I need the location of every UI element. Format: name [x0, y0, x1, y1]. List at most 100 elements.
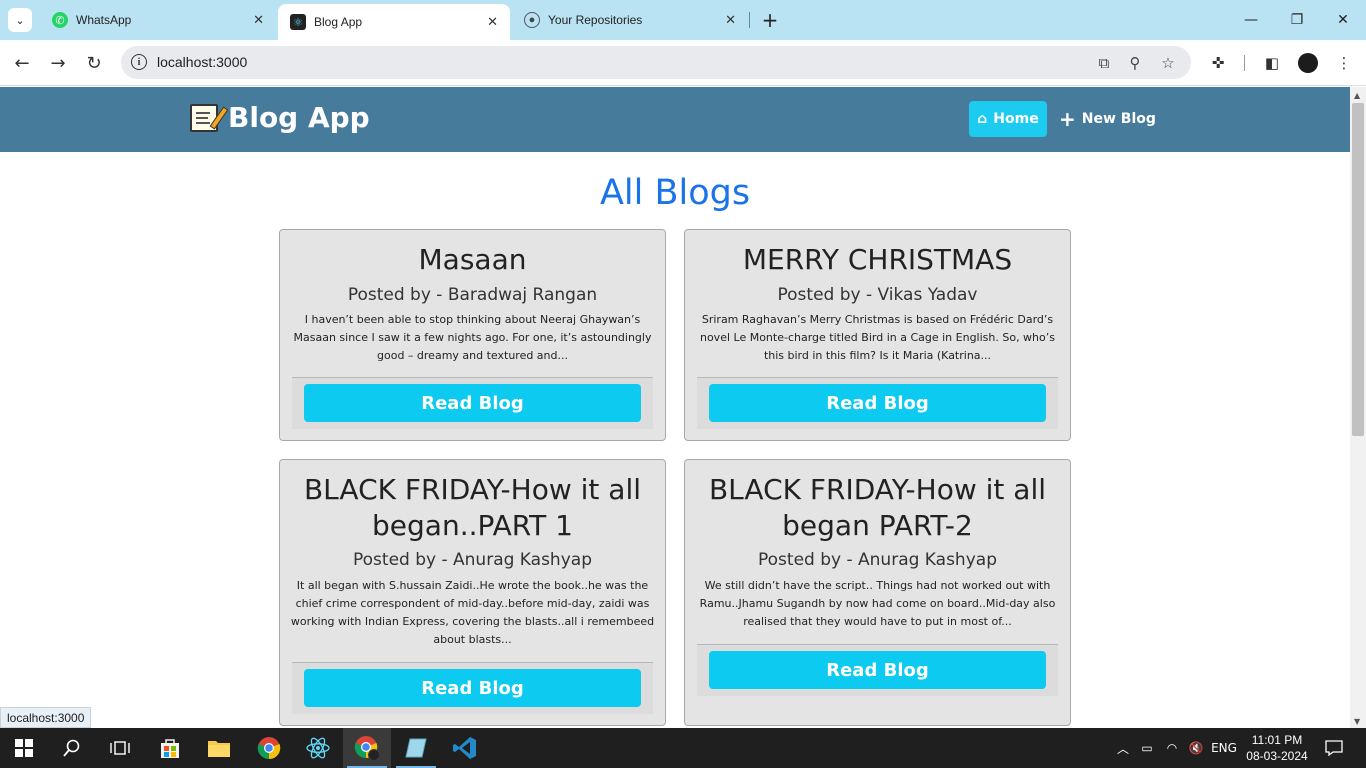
tab-search-button[interactable]: ⌄	[8, 8, 32, 32]
status-url-bubble: localhost:3000	[0, 707, 92, 728]
github-icon: ●	[524, 12, 540, 28]
taskbar-react-app[interactable]	[294, 728, 342, 768]
blog-card: Masaan Posted by - Baradwaj Rangan I hav…	[279, 229, 666, 441]
windows-icon	[15, 739, 33, 757]
blog-title: MERRY CHRISTMAS	[742, 243, 1013, 276]
minimize-button[interactable]: —	[1228, 0, 1274, 40]
blog-author: Posted by - Anurag Kashyap	[353, 550, 592, 570]
back-button[interactable]: ←	[8, 49, 36, 77]
restore-icon: ❐	[1290, 12, 1304, 28]
app-navbar: Blog App ⌂ Home + New Blog	[0, 87, 1350, 152]
open-in-app-icon[interactable]: ⧉	[1094, 53, 1114, 73]
volume-muted-icon[interactable]: 🔇	[1186, 728, 1206, 768]
card-footer: Read Blog	[697, 377, 1058, 429]
minimize-icon: —	[1244, 12, 1258, 28]
scroll-thumb[interactable]	[1352, 103, 1364, 436]
search-icon	[63, 739, 80, 757]
arrow-right-icon: →	[50, 52, 66, 74]
close-icon[interactable]: ✕	[253, 12, 264, 28]
nav-new-blog-link[interactable]: + New Blog	[1059, 101, 1156, 137]
tab-title: Blog App	[314, 15, 363, 29]
more-menu-icon[interactable]: ⋮	[1333, 52, 1355, 74]
plus-icon: +	[1059, 107, 1076, 131]
forward-button[interactable]: →	[44, 49, 72, 77]
extensions-icon[interactable]: ✜	[1207, 52, 1229, 74]
blog-author: Posted by - Vikas Yadav	[777, 285, 978, 305]
start-button[interactable]	[0, 728, 48, 768]
clock-time: 11:01 PM	[1251, 733, 1303, 747]
react-icon	[306, 737, 330, 759]
chevron-up-icon: ︿	[1116, 741, 1129, 756]
new-tab-button[interactable]: +	[758, 8, 782, 32]
taskbar: ︿ ▭ ◠ 🔇 ENG 11:01 PM 08-03-2024	[0, 728, 1366, 768]
notification-icon	[1325, 740, 1343, 757]
browser-toolbar: ← → ↻ i localhost:3000 ⧉ ⚲ ☆ ✜ ◧ ⋮	[0, 40, 1366, 86]
read-blog-button[interactable]: Read Blog	[709, 651, 1046, 689]
reload-button[interactable]: ↻	[80, 49, 108, 77]
notification-center-button[interactable]	[1322, 728, 1346, 768]
zoom-icon[interactable]: ⚲	[1125, 53, 1145, 73]
tab-title: WhatsApp	[76, 13, 132, 27]
profile-avatar[interactable]	[1298, 53, 1318, 73]
blog-title: Masaan	[418, 243, 527, 276]
address-bar[interactable]: i localhost:3000 ⧉ ⚲ ☆	[121, 46, 1191, 79]
blog-card: MERRY CHRISTMAS Posted by - Vikas Yadav …	[684, 229, 1071, 441]
taskbar-search-button[interactable]	[48, 728, 96, 768]
taskbar-file-explorer[interactable]	[195, 728, 243, 768]
blog-card: BLACK FRIDAY-How it all began PART-2 Pos…	[684, 459, 1071, 726]
bookmark-star-icon[interactable]: ☆	[1158, 53, 1178, 73]
language-indicator[interactable]: ENG	[1210, 728, 1238, 768]
chrome-icon	[354, 736, 380, 761]
taskbar-vscode[interactable]	[441, 728, 489, 768]
blog-card: BLACK FRIDAY-How it all began..PART 1 Po…	[279, 459, 666, 726]
toolbar-divider	[1244, 55, 1245, 71]
close-icon[interactable]: ✕	[487, 14, 498, 30]
side-panel-icon[interactable]: ◧	[1261, 52, 1283, 74]
blog-title: BLACK FRIDAY-How it all began..PART 1	[303, 473, 642, 542]
plus-icon: +	[761, 8, 779, 32]
tab-repositories[interactable]: ● Your Repositories ✕	[512, 0, 748, 40]
show-hidden-icons[interactable]: ︿	[1113, 728, 1133, 768]
chevron-down-icon: ⌄	[15, 13, 25, 27]
notepad-icon	[405, 738, 427, 758]
taskbar-chrome[interactable]	[245, 728, 293, 768]
read-blog-button[interactable]: Read Blog	[304, 669, 641, 707]
clock-date: 08-03-2024	[1246, 749, 1308, 763]
tab-whatsapp[interactable]: ✆ WhatsApp ✕	[40, 0, 276, 40]
battery-icon[interactable]: ▭	[1137, 728, 1157, 768]
task-view-icon	[110, 741, 130, 755]
site-info-icon[interactable]: i	[131, 54, 147, 70]
brand[interactable]: Blog App	[190, 101, 370, 134]
react-icon: ⚛	[290, 14, 306, 30]
close-window-button[interactable]: ✕	[1320, 0, 1366, 40]
tab-separator	[749, 12, 750, 28]
brand-title: Blog App	[228, 101, 370, 134]
taskbar-clock[interactable]: 11:01 PM 08-03-2024	[1242, 732, 1312, 764]
page-scrollbar[interactable]: ▲ ▼	[1350, 87, 1366, 728]
tab-blog-app[interactable]: ⚛ Blog App ✕	[278, 4, 510, 40]
blog-author: Posted by - Baradwaj Rangan	[347, 285, 598, 305]
card-footer: Read Blog	[697, 644, 1058, 696]
read-blog-button[interactable]: Read Blog	[304, 384, 641, 422]
reload-icon: ↻	[86, 52, 102, 74]
arrow-left-icon: ←	[14, 52, 30, 74]
restore-button[interactable]: ❐	[1274, 0, 1320, 40]
url-text[interactable]: localhost:3000	[157, 54, 247, 70]
taskbar-chrome-profile[interactable]	[343, 728, 391, 768]
card-footer: Read Blog	[292, 662, 653, 714]
blog-excerpt: Sriram Raghavan’s Merry Christmas is bas…	[699, 313, 1055, 362]
scroll-down-icon[interactable]: ▼	[1354, 717, 1360, 726]
wifi-icon[interactable]: ◠	[1162, 728, 1182, 768]
blog-excerpt: I haven’t been able to stop thinking abo…	[293, 313, 652, 362]
close-icon[interactable]: ✕	[725, 12, 736, 28]
taskbar-notes-app[interactable]	[392, 728, 440, 768]
card-footer: Read Blog	[292, 377, 653, 429]
scroll-up-icon[interactable]: ▲	[1354, 91, 1360, 100]
task-view-button[interactable]	[96, 728, 144, 768]
nav-home-button[interactable]: ⌂ Home	[969, 101, 1047, 137]
chrome-icon	[257, 737, 281, 760]
whatsapp-icon: ✆	[52, 12, 68, 28]
read-blog-button[interactable]: Read Blog	[709, 384, 1046, 422]
taskbar-store[interactable]	[146, 728, 194, 768]
blog-author: Posted by - Anurag Kashyap	[758, 550, 997, 570]
